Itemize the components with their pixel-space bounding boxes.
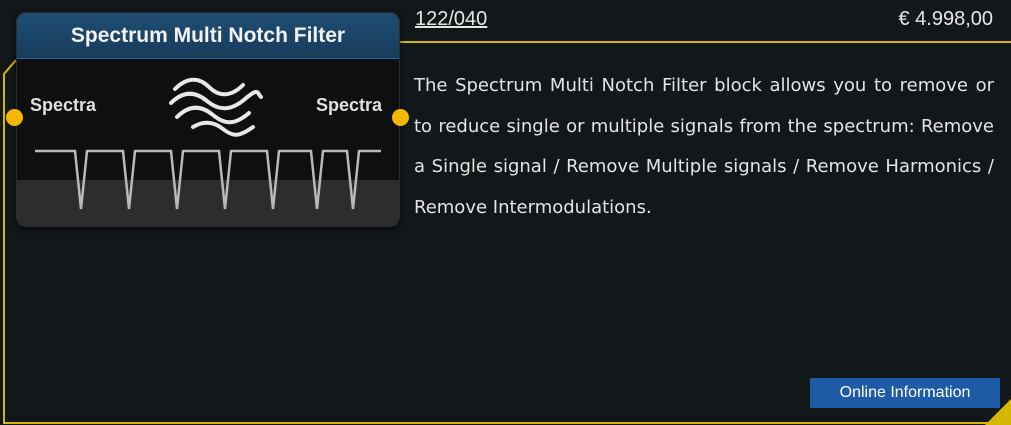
output-port-connector[interactable] [392,109,409,126]
block-body [17,59,399,226]
input-port-label: Spectra [30,95,97,115]
product-price: € 4.998,00 [898,8,993,30]
input-port-connector[interactable] [6,109,23,126]
block-card: Spectrum Multi Notch Filter [16,12,400,227]
product-sku-link[interactable]: 122/040 [415,8,487,31]
multi-notch-filter-icon [35,77,381,210]
block-title: Spectrum Multi Notch Filter [17,13,399,59]
product-description: The Spectrum Multi Notch Filter block al… [414,75,994,218]
online-information-button[interactable]: Online Information [810,378,1000,408]
output-port-label: Spectra [316,95,383,115]
